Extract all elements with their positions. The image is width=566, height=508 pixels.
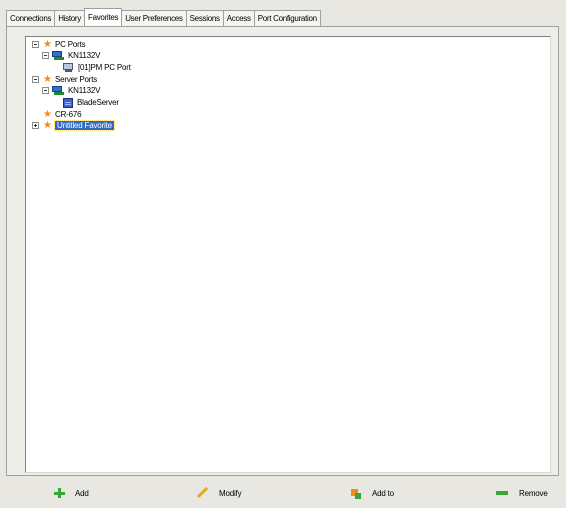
action-bar: Add Modify Add to Remove bbox=[6, 484, 559, 502]
tree-item-label: KN1132V bbox=[68, 86, 101, 95]
computer-icon bbox=[63, 62, 74, 73]
server-icon bbox=[63, 97, 73, 108]
remove-icon bbox=[496, 491, 508, 495]
star-icon: ★ bbox=[43, 73, 52, 85]
collapse-icon[interactable] bbox=[32, 76, 39, 83]
tab-history[interactable]: History bbox=[54, 10, 85, 26]
tree-item-pc-ports[interactable]: ★ PC Ports bbox=[43, 38, 86, 50]
tree-item-server-kn1132v[interactable]: KN1132V bbox=[52, 85, 100, 96]
star-icon: ★ bbox=[43, 108, 52, 120]
add-button[interactable]: Add bbox=[54, 484, 89, 502]
pencil-icon bbox=[196, 487, 208, 499]
add-to-button[interactable]: Add to bbox=[349, 484, 394, 502]
tab-user-preferences[interactable]: User Preferences bbox=[121, 10, 187, 26]
add-button-label: Add bbox=[75, 488, 89, 498]
add-to-icon bbox=[349, 487, 361, 499]
star-icon: ★ bbox=[43, 38, 52, 50]
tree-item-label: [01]PM PC Port bbox=[78, 63, 131, 72]
tree-item-label: BladeServer bbox=[77, 98, 119, 107]
favorites-tree[interactable]: ★ PC Ports KN1132V [01]PM PC Port ★ Serv… bbox=[25, 36, 551, 473]
collapse-icon[interactable] bbox=[42, 52, 49, 59]
tab-port-configuration[interactable]: Port Configuration bbox=[253, 10, 321, 26]
tree-item-cr676[interactable]: ★ CR-676 bbox=[43, 108, 82, 120]
kvm-switch-icon bbox=[52, 51, 64, 60]
tree-item-label: KN1132V bbox=[68, 51, 101, 60]
remove-button-label: Remove bbox=[519, 488, 548, 498]
tree-item-untitled-favorite[interactable]: ★ Untitled Favorite bbox=[43, 119, 115, 131]
tab-favorites[interactable]: Favorites bbox=[83, 8, 123, 26]
modify-button[interactable]: Modify bbox=[196, 484, 242, 502]
tree-item-label: PC Ports bbox=[55, 40, 86, 49]
tree-item-server-ports[interactable]: ★ Server Ports bbox=[43, 74, 97, 85]
tab-bar: Connections History Favorites User Prefe… bbox=[6, 8, 321, 26]
kvm-switch-icon bbox=[52, 86, 64, 95]
tab-connections[interactable]: Connections bbox=[6, 10, 56, 26]
tree-item-label: CR-676 bbox=[55, 110, 82, 119]
collapse-icon[interactable] bbox=[32, 41, 39, 48]
tab-access[interactable]: Access bbox=[222, 10, 255, 26]
remove-button[interactable]: Remove bbox=[496, 484, 548, 502]
tree-item-pc-kn1132v[interactable]: KN1132V bbox=[52, 50, 100, 61]
tree-item-label: Server Ports bbox=[55, 75, 98, 84]
tree-item-blade-server[interactable]: BladeServer bbox=[63, 97, 119, 108]
star-icon: ★ bbox=[43, 119, 52, 131]
expand-icon[interactable] bbox=[32, 122, 39, 129]
tree-item-pc-port-01[interactable]: [01]PM PC Port bbox=[63, 62, 131, 73]
add-to-button-label: Add to bbox=[372, 488, 394, 498]
collapse-icon[interactable] bbox=[42, 87, 49, 94]
modify-button-label: Modify bbox=[219, 488, 242, 498]
tree-item-label: Untitled Favorite bbox=[54, 120, 115, 131]
favorites-panel: ★ PC Ports KN1132V [01]PM PC Port ★ Serv… bbox=[6, 26, 559, 476]
add-icon bbox=[54, 488, 65, 498]
tab-sessions[interactable]: Sessions bbox=[185, 10, 224, 26]
